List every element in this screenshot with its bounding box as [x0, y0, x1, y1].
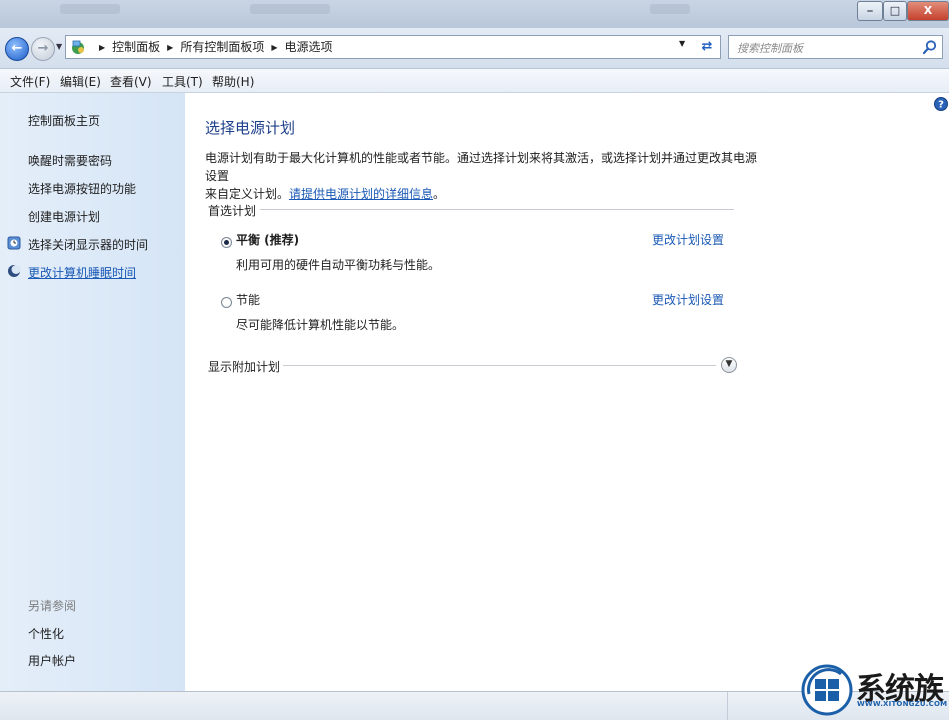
- menu-edit[interactable]: 编辑(E): [60, 73, 101, 90]
- sidebar-item-user-accounts[interactable]: 用户帐户: [28, 652, 76, 669]
- group-divider: [283, 365, 716, 366]
- power-saver-plan-radio[interactable]: [221, 297, 232, 308]
- title-bar-blur: [250, 4, 330, 14]
- sidebar-item-display-off[interactable]: 选择关闭显示器的时间: [28, 236, 148, 253]
- menu-tools[interactable]: 工具(T): [162, 73, 203, 90]
- balanced-change-settings-link[interactable]: 更改计划设置: [652, 231, 724, 248]
- forward-arrow-icon: →: [37, 41, 49, 56]
- watermark-url: WWW.XITONGZU.COM: [857, 700, 948, 708]
- close-button[interactable]: X: [907, 1, 949, 21]
- help-icon[interactable]: ?: [934, 97, 948, 111]
- description-text: 。: [433, 187, 446, 201]
- sidebar-item-sleep-time[interactable]: 更改计算机睡眠时间: [28, 264, 136, 281]
- display-timer-icon: [7, 236, 21, 250]
- breadcrumb-item[interactable]: 电源选项: [285, 40, 333, 54]
- search-input[interactable]: [735, 38, 915, 58]
- menu-bar: 文件(F) 编辑(E) 查看(V) 工具(T) 帮助(H): [0, 69, 949, 93]
- description-text: 来自定义计划。: [205, 187, 290, 201]
- breadcrumb-item[interactable]: 控制面板: [112, 40, 160, 54]
- balanced-plan-description: 利用可用的硬件自动平衡功耗与性能。: [236, 258, 441, 272]
- maximize-button[interactable]: □: [883, 1, 907, 21]
- balanced-plan-radio[interactable]: [221, 237, 232, 248]
- breadcrumb-item[interactable]: 所有控制面板项: [180, 40, 264, 54]
- back-arrow-icon: ←: [11, 41, 23, 56]
- menu-help[interactable]: 帮助(H): [212, 73, 254, 90]
- search-box[interactable]: [728, 35, 943, 59]
- title-bar-blur: [650, 4, 690, 14]
- power-saver-plan-name[interactable]: 节能: [236, 291, 260, 308]
- balanced-plan-name[interactable]: 平衡 (推荐): [236, 231, 299, 248]
- title-bar-blur: [60, 4, 120, 14]
- page-title: 选择电源计划: [205, 119, 296, 137]
- breadcrumb: ▶ 控制面板 ▶ 所有控制面板项 ▶ 电源选项: [92, 39, 333, 56]
- refresh-icon[interactable]: ⇄: [696, 37, 718, 57]
- power-saver-change-settings-link[interactable]: 更改计划设置: [652, 291, 724, 308]
- navigation-bar: ← → ▼ ▶ 控制面板 ▶ 所有控制面板项 ▶ 电源选项 ▼ ⇄: [0, 28, 949, 69]
- menu-file[interactable]: 文件(F): [10, 73, 50, 90]
- additional-plans-label[interactable]: 显示附加计划: [208, 358, 280, 375]
- back-button[interactable]: ←: [5, 37, 29, 61]
- description-line: 来自定义计划。请提供电源计划的详细信息。: [205, 185, 765, 203]
- minimize-button[interactable]: ⎯: [857, 1, 883, 21]
- power-saver-plan-description: 尽可能降低计算机性能以节能。: [236, 318, 405, 332]
- sidebar-item-control-panel-home[interactable]: 控制面板主页: [28, 112, 100, 129]
- close-icon: X: [923, 4, 933, 17]
- moon-sleep-icon: [8, 265, 21, 277]
- minimize-icon: ⎯: [867, 4, 873, 17]
- see-also-heading: 另请参阅: [28, 599, 77, 613]
- plan-details-link[interactable]: 请提供电源计划的详细信息: [289, 187, 433, 201]
- sidebar-item-power-buttons[interactable]: 选择电源按钮的功能: [28, 180, 136, 197]
- maximize-icon: □: [889, 4, 901, 17]
- svg-text:?: ?: [938, 100, 944, 111]
- breadcrumb-arrow-icon[interactable]: ▶: [271, 43, 277, 52]
- description-line: 电源计划有助于最大化计算机的性能或者节能。通过选择计划来将其激活，或选择计划并通…: [205, 151, 758, 183]
- status-divider: [727, 692, 728, 720]
- page-description: 电源计划有助于最大化计算机的性能或者节能。通过选择计划来将其激活，或选择计划并通…: [205, 149, 765, 203]
- sidebar-item-require-password[interactable]: 唤醒时需要密码: [28, 152, 112, 169]
- control-panel-icon: [72, 40, 84, 54]
- window-title-bar: ⎯ □ X: [0, 0, 949, 28]
- group-divider: [260, 209, 734, 210]
- search-icon[interactable]: [922, 39, 938, 55]
- breadcrumb-arrow-icon[interactable]: ▶: [99, 43, 105, 52]
- recent-pages-dropdown[interactable]: ▼: [56, 42, 62, 51]
- watermark-logo-icon: [801, 664, 853, 716]
- forward-button[interactable]: →: [31, 37, 55, 61]
- address-bar[interactable]: ▶ 控制面板 ▶ 所有控制面板项 ▶ 电源选项 ▼ ⇄: [65, 35, 721, 59]
- sidebar-item-personalization[interactable]: 个性化: [28, 625, 64, 642]
- menu-view[interactable]: 查看(V): [110, 73, 152, 90]
- address-dropdown-icon[interactable]: ▼: [679, 39, 685, 48]
- chevron-down-icon[interactable]: ▼: [721, 357, 737, 373]
- preferred-plans-label: 首选计划: [208, 204, 257, 218]
- sidebar-item-create-plan[interactable]: 创建电源计划: [28, 208, 100, 225]
- breadcrumb-arrow-icon[interactable]: ▶: [167, 43, 173, 52]
